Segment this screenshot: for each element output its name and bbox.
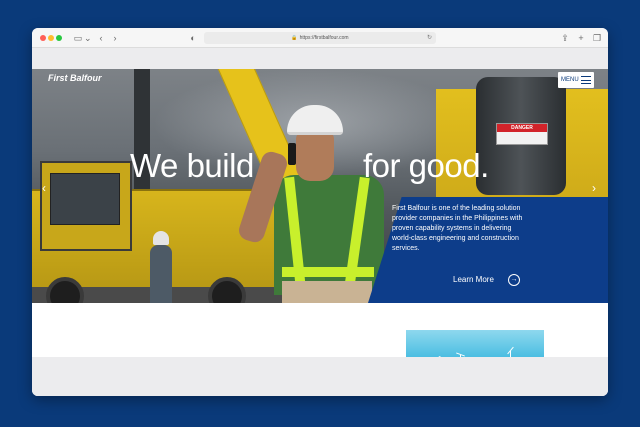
hero-banner: DANGER First Balfour MENU We build for g…: [32, 69, 608, 303]
page-lower-section: [32, 357, 608, 396]
new-tab-icon[interactable]: +: [576, 32, 586, 44]
reload-icon[interactable]: ↻: [427, 32, 432, 44]
back-button[interactable]: ‹: [96, 32, 106, 44]
walkie-talkie: [288, 143, 296, 165]
hamburger-icon: [581, 76, 591, 84]
menu-label: MENU: [561, 77, 579, 83]
hero-headline-right: for good.: [363, 147, 489, 184]
close-window-button[interactable]: [40, 35, 46, 41]
hero-description: First Balfour is one of the leading solu…: [392, 205, 523, 252]
background-worker-helmet: [153, 231, 169, 245]
worker-face: [296, 131, 334, 181]
browser-toolbar: ▭ ⌄ ‹ › ◐ 🔒 https://firstbalfour.com ↻ ⇪ …: [32, 28, 608, 48]
privacy-shield-icon[interactable]: ◐: [188, 32, 198, 44]
safety-vest-belt: [282, 267, 374, 277]
tab-overview-icon[interactable]: ❐: [592, 32, 602, 44]
danger-sign-image: DANGER: [496, 123, 548, 145]
arrow-circle-right-icon[interactable]: →: [508, 274, 520, 286]
chevron-down-icon[interactable]: ⌄: [84, 32, 92, 44]
sidebar-toggle-icon[interactable]: ▭: [72, 32, 84, 44]
background-worker: [150, 245, 172, 303]
danger-sign-header: DANGER: [497, 124, 547, 132]
web-page: DANGER First Balfour MENU We build for g…: [32, 49, 608, 396]
site-logo[interactable]: First Balfour: [48, 73, 102, 83]
url-text: https://firstbalfour.com: [299, 35, 349, 41]
address-bar[interactable]: 🔒 https://firstbalfour.com ↻: [204, 32, 436, 44]
learn-more-link[interactable]: Learn More: [453, 275, 494, 284]
menu-button[interactable]: MENU: [558, 72, 594, 88]
minimize-window-button[interactable]: [48, 35, 54, 41]
worker-pants: [282, 281, 372, 303]
crane-window: [50, 173, 120, 225]
chevron-right-icon[interactable]: ›: [592, 181, 596, 195]
zoom-window-button[interactable]: [56, 35, 62, 41]
browser-window: ▭ ⌄ ‹ › ◐ 🔒 https://firstbalfour.com ↻ ⇪ …: [32, 28, 608, 396]
hero-headline-left: We build: [130, 147, 254, 184]
share-icon[interactable]: ⇪: [560, 32, 570, 44]
chevron-left-icon[interactable]: ‹: [42, 181, 46, 195]
lock-icon: 🔒: [291, 35, 298, 41]
forward-button[interactable]: ›: [110, 32, 120, 44]
